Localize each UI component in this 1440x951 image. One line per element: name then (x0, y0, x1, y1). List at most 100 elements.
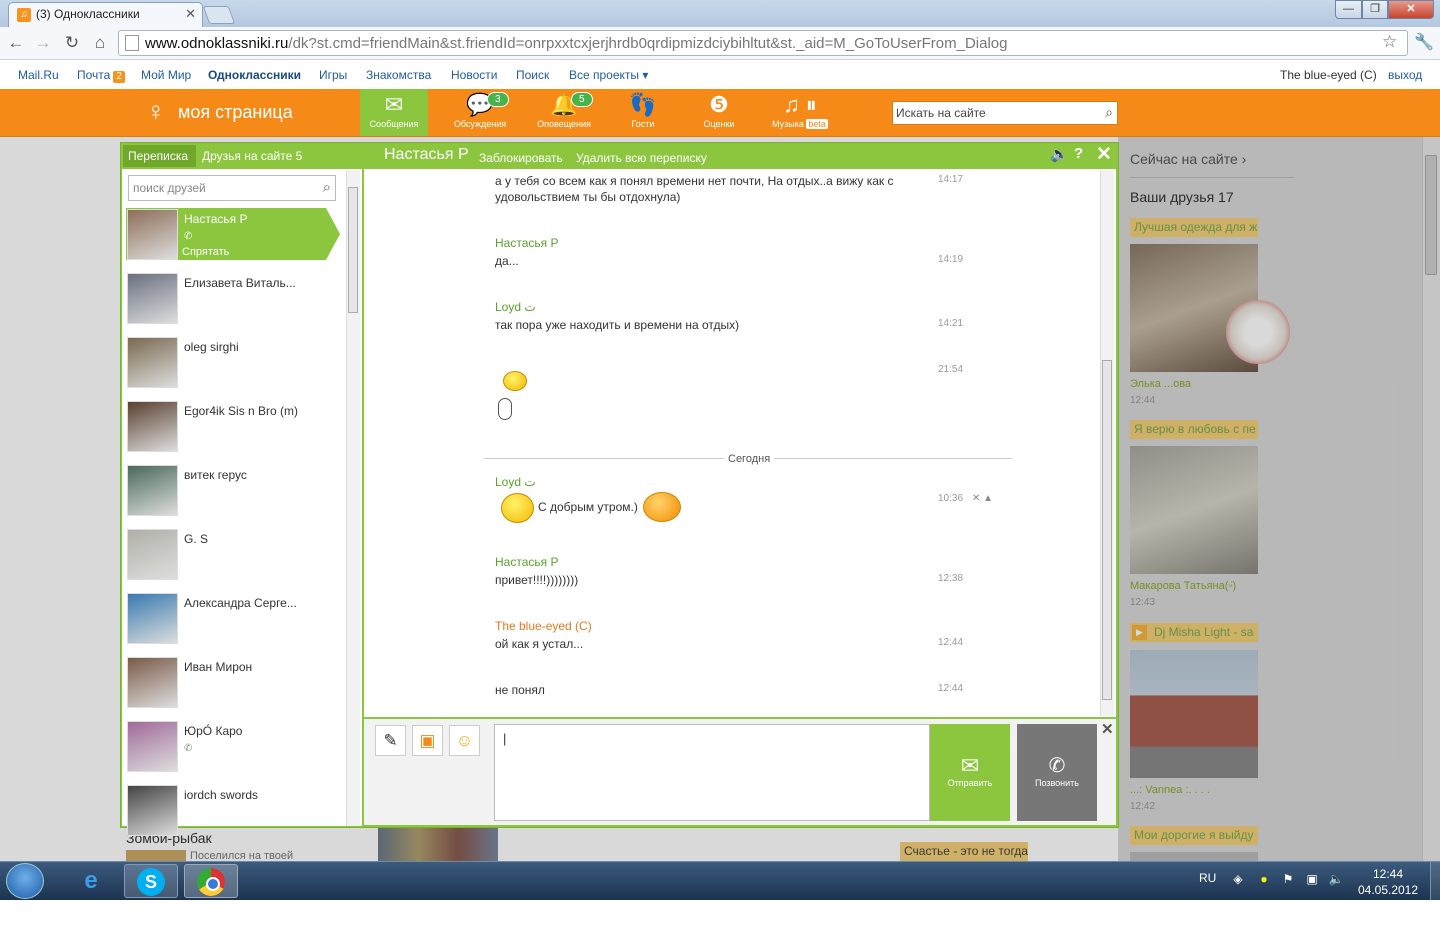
address-bar[interactable]: www.odnoklassniki.ru/dk?st.cmd=friendMai… (118, 30, 1408, 56)
avatar[interactable] (127, 529, 178, 580)
friends-scrollbar-thumb[interactable] (348, 187, 358, 313)
avatar[interactable] (127, 337, 178, 388)
site-search-input[interactable]: Искать на сайте ⌕ (892, 101, 1118, 125)
messages-scrollbar-thumb[interactable] (1102, 360, 1112, 700)
pencil-icon[interactable]: ✎ (375, 725, 406, 756)
browser-tab[interactable]: ♫ (3) Одноклассники ✕ (8, 2, 203, 27)
friend-list-item[interactable]: G. S (126, 529, 338, 589)
link-all-projects[interactable]: Все проекты ▾ (569, 68, 648, 82)
avatar[interactable] (127, 593, 178, 644)
portal-links-bar: Mail.Ru Почта 2 Мой Мир Одноклассники Игр… (0, 61, 1440, 89)
reload-icon[interactable]: ↻ (62, 33, 82, 53)
friend-list-item[interactable]: Елизавета Виталь... (126, 273, 338, 333)
bookmark-star-icon[interactable]: ☆ (1382, 32, 1397, 52)
tray-messenger-icon[interactable]: ● (1256, 872, 1272, 888)
call-button[interactable]: ✆ Позвонить (1017, 724, 1097, 821)
my-page-link[interactable]: моя страница (178, 102, 293, 123)
close-compose-icon[interactable]: ✕ (1101, 720, 1114, 738)
avatar[interactable] (127, 785, 178, 836)
avatar[interactable] (127, 721, 178, 772)
friend-list-item[interactable]: oleg sirghi (126, 337, 338, 397)
nav-guests[interactable]: 👣 Гости (605, 89, 681, 136)
link-games[interactable]: Игры (319, 68, 347, 82)
link-moymir[interactable]: Мой Мир (141, 68, 191, 82)
nav-messages[interactable]: ✉ Сообщения (360, 89, 428, 136)
start-button[interactable] (6, 863, 44, 899)
minimize-button[interactable]: — (1335, 0, 1362, 19)
friend-list-item[interactable]: Александра Серге... (126, 593, 338, 653)
blank-area (0, 900, 1440, 951)
chrome-taskbar-button[interactable] (184, 864, 238, 898)
avatar[interactable] (127, 209, 178, 260)
avatar[interactable] (127, 273, 178, 324)
close-window-button[interactable]: ✕ (1388, 0, 1434, 19)
nav-notifications[interactable]: 🔔 5 Оповещения (526, 89, 602, 136)
friend-list-item[interactable]: ЮрО́ Каро ✆ (126, 721, 338, 781)
logout-link[interactable]: выход (1388, 68, 1422, 82)
sound-off-icon[interactable]: 🔈 (1050, 145, 1069, 163)
chat-contact-name[interactable]: Настасья Р (384, 146, 469, 164)
search-icon[interactable]: ⌕ (323, 179, 331, 196)
skype-taskbar-button[interactable]: S (124, 864, 178, 898)
nav-ratings[interactable]: ❺ Оценки (681, 89, 757, 136)
taskbar-clock[interactable]: 12:44 04.05.2012 (1356, 866, 1420, 898)
maximize-button[interactable]: ❐ (1362, 0, 1388, 19)
delete-message-icon[interactable]: ✕ (972, 493, 980, 504)
back-arrow-icon[interactable]: ← (6, 33, 26, 53)
avatar[interactable] (127, 465, 178, 516)
message-author[interactable]: The blue-eyed (C) (495, 619, 592, 633)
send-button[interactable]: ✉ Отправить (930, 724, 1010, 821)
link-search[interactable]: Поиск (516, 68, 549, 82)
wrench-icon[interactable]: 🔧 (1414, 32, 1434, 52)
sticker-button-icon[interactable]: ▣ (412, 725, 443, 756)
phone-icon: ✆ (1048, 755, 1066, 777)
message-input[interactable]: | (494, 724, 930, 821)
block-link[interactable]: Заблокировать (479, 151, 563, 165)
hide-link[interactable]: Спрятать (182, 246, 229, 258)
language-indicator[interactable]: RU (1199, 871, 1216, 885)
link-dating[interactable]: Знакомства (366, 68, 431, 82)
friend-list-item[interactable]: витек герус (126, 465, 338, 525)
friend-list-item[interactable]: iordch swords (126, 785, 338, 845)
avatar[interactable] (127, 657, 178, 708)
link-mailru[interactable]: Mail.Ru (18, 68, 59, 82)
ok-logo-icon[interactable]: ♀ (146, 96, 168, 130)
page-icon (125, 35, 139, 51)
avatar[interactable] (127, 401, 178, 452)
network-icon[interactable]: ▣ (1304, 872, 1320, 888)
link-news[interactable]: Новости (451, 68, 497, 82)
tab-title: (3) Одноклассники (36, 7, 140, 21)
tray-app-icon[interactable]: ◈ (1230, 872, 1246, 888)
friend-search-input[interactable]: поиск друзей ⌕ (128, 175, 336, 201)
friend-list-item[interactable]: Egor4ik Sis n Bro (m) (126, 401, 338, 461)
message-author[interactable]: Настасья Р (495, 236, 558, 250)
nav-discussions[interactable]: 💬 3 Обсуждения (442, 89, 518, 136)
current-user[interactable]: The blue-eyed (C) (1280, 68, 1377, 82)
delete-all-link[interactable]: Удалить всю переписку (576, 151, 707, 165)
friend-list-item[interactable]: Настасья Р ✆ Спрятать (126, 209, 338, 269)
friend-list-item[interactable]: Иван Мирон (126, 657, 338, 717)
link-odnoklassniki[interactable]: Одноклассники (208, 68, 301, 82)
volume-icon[interactable]: 🔈 (1328, 872, 1344, 888)
message-author[interactable]: Loyd ت (495, 475, 536, 489)
tab-friends-online[interactable]: Друзья на сайте 5 (202, 149, 302, 163)
message-author[interactable]: Loyd ت (495, 300, 536, 314)
message-author[interactable]: Настасья Р (495, 555, 558, 569)
smiley-icon[interactable]: ☺ (449, 725, 480, 756)
forward-arrow-icon[interactable]: → (33, 33, 53, 53)
action-center-flag-icon[interactable]: ⚑ (1280, 872, 1296, 888)
close-tab-icon[interactable]: ✕ (185, 6, 196, 22)
messages-panel (364, 169, 1116, 717)
nav-music[interactable]: ♫ ⏸ Музыка beta (762, 89, 838, 136)
link-mail[interactable]: Почта 2 (77, 68, 125, 83)
search-icon[interactable]: ⌕ (1105, 104, 1113, 121)
message-controls[interactable]: ✕ ▲ (972, 493, 993, 504)
show-desktop-button[interactable] (1430, 862, 1440, 900)
report-icon[interactable]: ▲ (983, 493, 993, 504)
close-chat-icon[interactable]: ✕ (1096, 143, 1112, 166)
internet-explorer-icon[interactable]: e (64, 864, 118, 898)
home-icon[interactable]: ⌂ (90, 33, 110, 53)
chrome-icon (197, 868, 225, 896)
help-icon[interactable]: ? (1074, 145, 1083, 162)
tab-correspondence[interactable]: Переписка (123, 145, 196, 167)
